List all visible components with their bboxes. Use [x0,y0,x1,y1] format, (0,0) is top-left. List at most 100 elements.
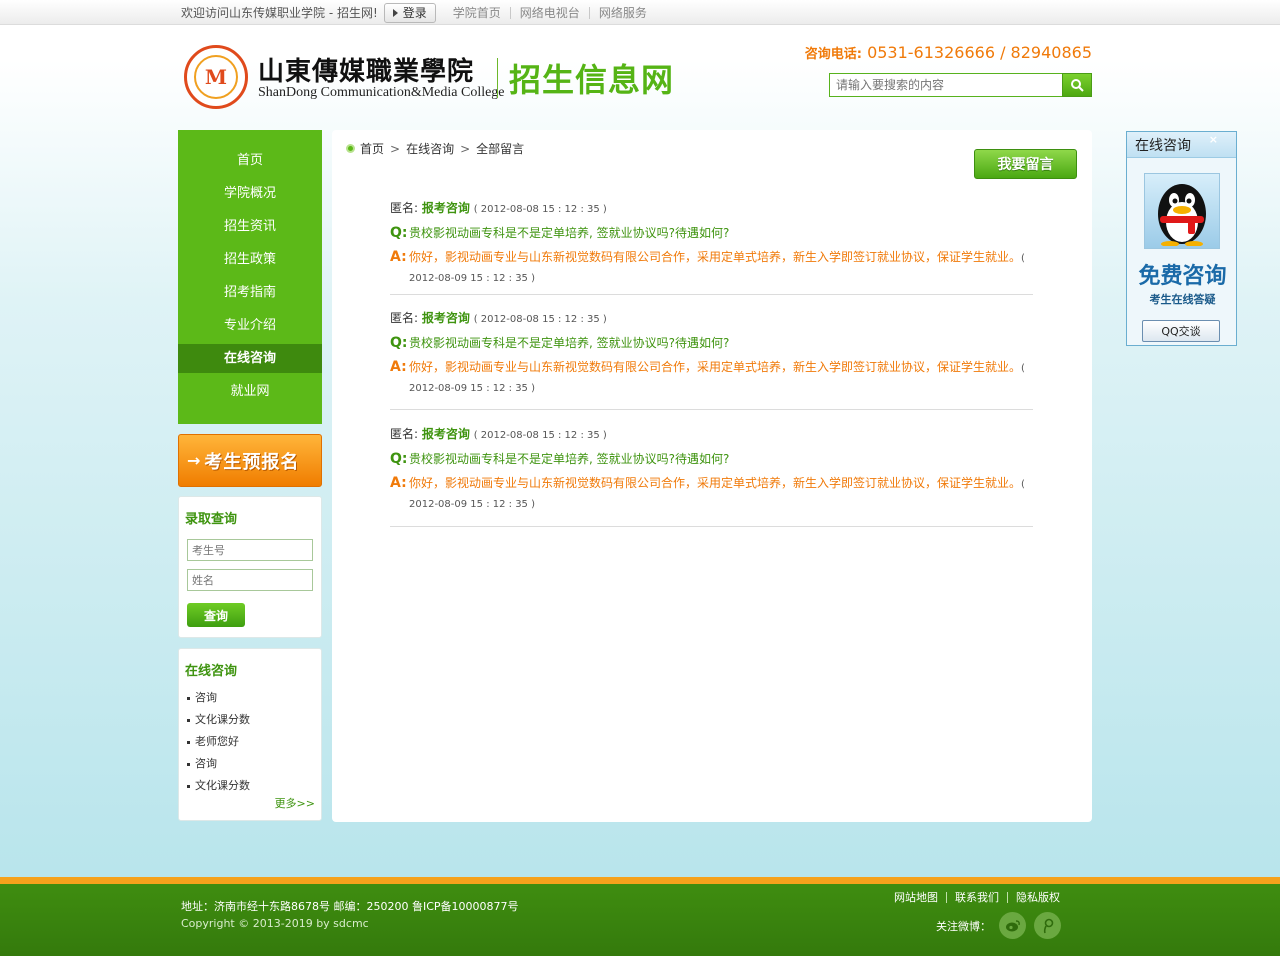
qa-topic[interactable]: 报考咨询 [422,427,470,441]
qa-topic[interactable]: 报考咨询 [422,201,470,215]
qa-topic[interactable]: 报考咨询 [422,311,470,325]
weibo-icon[interactable] [999,912,1026,939]
question-text: 贵校影视动画专科是不是定单培养, 签就业协议吗?待遇如何? [409,226,730,240]
login-label: 登录 [402,6,427,20]
arrow-right-icon: → [187,451,201,470]
nav-item-home[interactable]: 首页 [178,144,322,177]
qa-answer: A: 你好，影视动画专业与山东新视觉数码有限公司合作，采用定单式培养，新生入学即… [390,248,1033,288]
free-consult-text: 免费咨询 [1138,264,1227,289]
hotline-label: 咨询电话: [804,47,862,62]
qa-author: 匿名: [390,201,419,215]
nav-item-guide[interactable]: 招考指南 [178,276,322,309]
exam-number-input[interactable] [187,539,313,561]
search-box [829,73,1092,97]
nav-item-policy[interactable]: 招生政策 [178,243,322,276]
online-answer-text: 考生在线答疑 [1149,293,1216,306]
nav-item-majors[interactable]: 专业介绍 [178,309,322,342]
leave-message-button[interactable]: 我要留言 [974,149,1077,179]
college-seal-logo[interactable]: M [184,45,248,109]
bullet-icon [187,718,190,722]
qa-meta: 匿名: 报考咨询 ( 2012-08-08 15 : 12 : 35 ) [390,424,1033,444]
list-item[interactable]: 文化课分数 [187,775,250,797]
qq-widget-header: 在线咨询 × [1127,132,1236,158]
qq-consult-widget: 在线咨询 × 免费咨询 考生在线答疑 QQ交谈 [1126,131,1237,346]
consult-item-label: 文化课分数 [195,779,250,792]
footer-link-contact[interactable]: 联系我们 [946,892,1007,903]
top-link-service[interactable]: 网络服务 [588,6,656,19]
nav-item-overview[interactable]: 学院概况 [178,177,322,210]
consult-item-label: 文化课分数 [195,713,250,726]
question-text: 贵校影视动画专科是不是定单培养, 签就业协议吗?待遇如何? [409,452,730,466]
penguin-icon [1158,184,1206,246]
list-item[interactable]: 文化课分数 [187,709,250,731]
bullet-icon [187,784,190,788]
top-link-tv[interactable]: 网络电视台 [509,6,589,19]
site-name: 招生信息网 [509,61,675,99]
list-item[interactable]: 咨询 [187,687,250,709]
top-link-home[interactable]: 学院首页 [444,7,510,19]
tencent-weibo-icon[interactable] [1034,912,1061,939]
nav-item-online-consult[interactable]: 在线咨询 [178,344,322,373]
search-input[interactable] [829,73,1062,97]
query-button[interactable]: 查询 [187,603,245,627]
more-link[interactable]: 更多>> [275,795,315,811]
q-mark: Q: [390,451,408,467]
answer-text: 你好，影视动画专业与山东新视觉数码有限公司合作，采用定单式培养，新生入学即签订就… [409,360,1022,374]
site-footer: 地址：济南市经十东路8678号 邮编：250200 鲁ICP备10000877号… [0,884,1280,956]
pre-registration-label: 考生预报名 [204,451,300,473]
search-button[interactable] [1062,73,1092,97]
qa-author: 匿名: [390,427,419,441]
qq-penguin-icon[interactable] [1144,173,1220,249]
online-consult-panel: 在线咨询 咨询 文化课分数 老师您好 咨询 文化课分数 更多>> [178,648,322,821]
follow-label: 关注微博： [936,919,991,933]
list-item[interactable]: 老师您好 [187,731,250,753]
footer-links: 网站地图 联系我们 隐私版权 [894,892,1068,903]
header-divider [497,58,498,98]
footer-address: 地址：济南市经十东路8678号 邮编：250200 鲁ICP备10000877号 [181,900,519,913]
bullet-icon [187,696,190,700]
breadcrumb: 首页 > 在线咨询 > 全部留言 [346,140,524,157]
college-name-cn: 山東傳媒職業學院 [258,57,475,87]
chevron-right-icon: > [390,141,401,156]
play-arrow-icon [392,8,398,17]
a-mark: A: [390,249,407,265]
login-button[interactable]: 登录 [383,2,436,23]
answer-text: 你好，影视动画专业与山东新视觉数码有限公司合作，采用定单式培养，新生入学即签订就… [409,250,1022,264]
qa-meta: 匿名: 报考咨询 ( 2012-08-08 15 : 12 : 35 ) [390,198,1033,218]
breadcrumb-consult[interactable]: 在线咨询 [406,140,454,157]
search-icon [1071,79,1084,92]
footer-link-privacy[interactable]: 隐私版权 [1007,892,1068,903]
top-links: 学院首页 网络电视台 网络服务 [444,6,656,19]
q-mark: Q: [390,335,408,351]
hotline: 咨询电话: 0531-61326666 / 82940865 [805,43,1092,62]
qa-author: 匿名: [390,311,419,325]
breadcrumb-home[interactable]: 首页 [360,140,384,157]
follow-weibo: 关注微博： [936,912,1061,939]
qa-time: ( 2012-08-08 15 : 12 : 35 ) [473,204,607,215]
list-item[interactable]: 咨询 [187,753,250,775]
footer-stripe [0,877,1280,884]
qa-question: Q: 贵校影视动画专科是不是定单培养, 签就业协议吗?待遇如何? [390,334,1033,352]
site-header: M 山東傳媒職業學院 ShanDong Communication&Media … [178,25,1092,129]
breadcrumb-current: 全部留言 [476,142,525,156]
qq-chat-button[interactable]: QQ交谈 [1142,320,1220,342]
seal-inner: M [194,55,238,99]
consult-item-label: 咨询 [195,757,217,770]
close-icon[interactable]: × [1209,133,1218,146]
main-content: 首页 > 在线咨询 > 全部留言 我要留言 匿名: 报考咨询 ( 2012-08… [332,130,1092,822]
qa-entry: 匿名: 报考咨询 ( 2012-08-08 15 : 12 : 35 ) Q: … [390,424,1033,527]
qq-widget-title: 在线咨询 [1135,137,1191,154]
hotline-numbers: 0531-61326666 / 82940865 [867,43,1092,62]
footer-copyright: Copyright © 2013-2019 by sdcmc [181,917,369,930]
qa-question: Q: 贵校影视动画专科是不是定单培养, 签就业协议吗?待遇如何? [390,450,1033,468]
qa-answer: A: 你好，影视动画专业与山东新视觉数码有限公司合作，采用定单式培养，新生入学即… [390,474,1033,514]
nav-item-jobs[interactable]: 就业网 [178,375,322,408]
consult-item-label: 老师您好 [195,735,239,748]
footer-link-sitemap[interactable]: 网站地图 [894,892,946,903]
admission-query-panel: 录取查询 查询 [178,496,322,638]
pre-registration-banner[interactable]: → 考生预报名 [178,434,322,487]
nav-item-news[interactable]: 招生资讯 [178,210,322,243]
qa-question: Q: 贵校影视动画专科是不是定单培养, 签就业协议吗?待遇如何? [390,224,1033,242]
q-mark: Q: [390,225,408,241]
name-input[interactable] [187,569,313,591]
